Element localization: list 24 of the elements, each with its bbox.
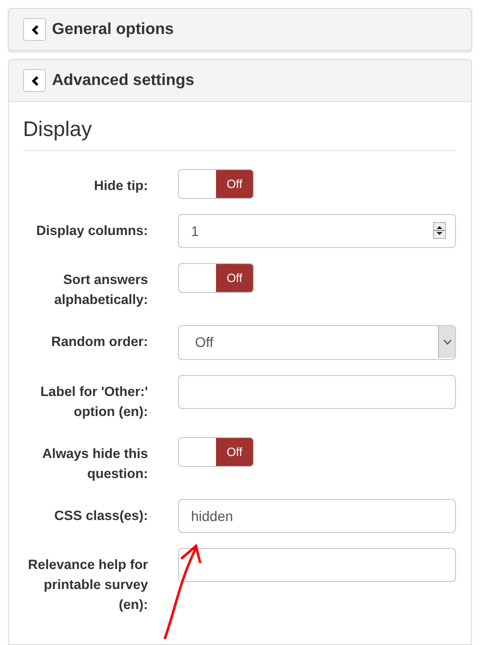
toggle-switch[interactable]: Off [178, 168, 254, 198]
number-field[interactable]: 1 [178, 214, 456, 248]
text-field[interactable]: hidden [178, 498, 456, 532]
field-label: Random order: [50, 332, 148, 350]
select-field[interactable]: Off [178, 324, 456, 360]
field-label: Label for 'Other:' option (en): [39, 382, 148, 421]
field-label: Display columns: [35, 222, 148, 240]
collapse-toggle-button[interactable] [23, 69, 46, 92]
section-heading: Display [23, 114, 456, 150]
field-label: Always hide this question: [41, 444, 148, 483]
chevron-left-icon [30, 76, 38, 86]
chevron-left-icon [30, 24, 38, 34]
field-label: Hide tip: [93, 176, 148, 195]
spinner-icon[interactable] [433, 222, 446, 238]
toggle-switch[interactable]: Off [178, 262, 254, 292]
text-field[interactable] [178, 548, 456, 582]
panel-title: General options [52, 20, 174, 40]
field-label: Relevance help for printable survey (en): [26, 556, 148, 614]
toggle-switch[interactable]: Off [178, 436, 254, 466]
field-label: CSS class(es): [53, 506, 148, 525]
field-label: Sort answers alphabetically: [53, 270, 148, 309]
panel-title: Advanced settings [52, 70, 194, 90]
text-field[interactable] [178, 374, 456, 408]
collapse-toggle-button[interactable] [23, 18, 46, 41]
